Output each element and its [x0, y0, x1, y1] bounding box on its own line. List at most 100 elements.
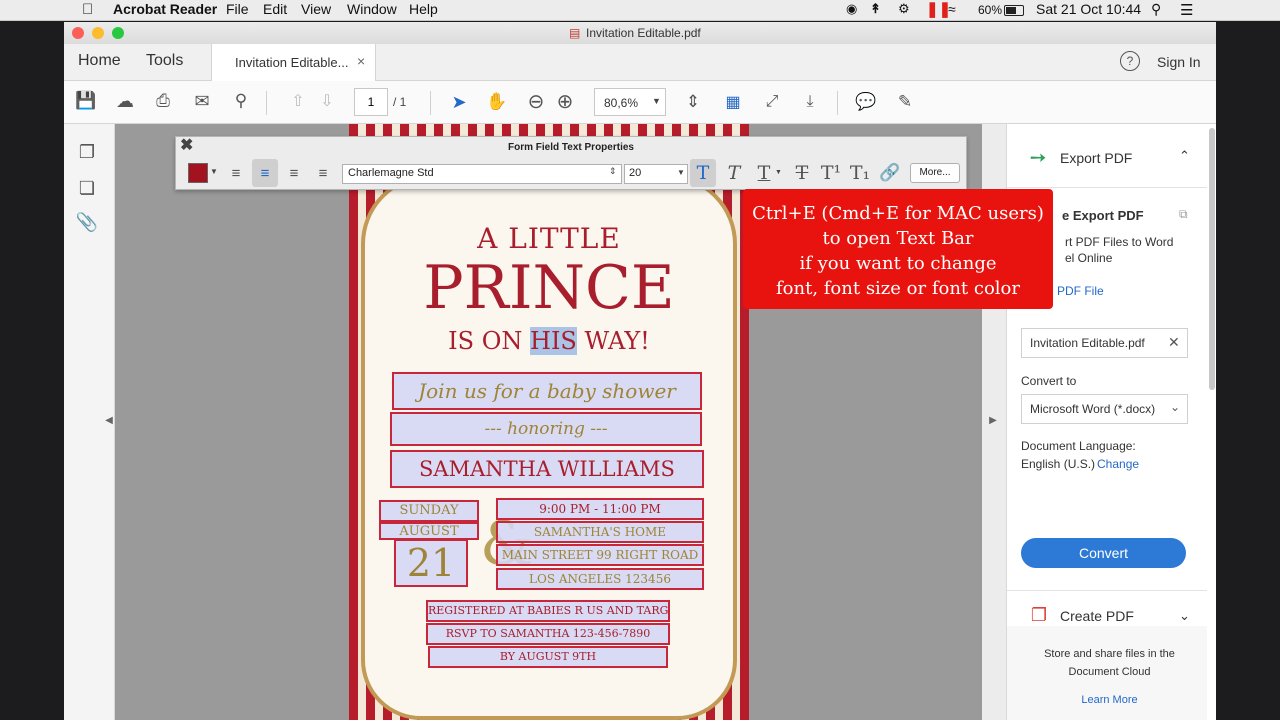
tab-bar: Home Tools Invitation Editable... × ? Si… [64, 44, 1216, 81]
bookmark-icon[interactable]: ❏ [76, 176, 98, 200]
selected-text[interactable]: HIS [530, 327, 577, 355]
align-right-icon[interactable]: ≡ [282, 161, 306, 185]
justify-icon[interactable]: ≡ [311, 161, 335, 185]
align-center-icon[interactable]: ≡ [252, 159, 278, 187]
scroll-mode-icon[interactable]: ⤓ [799, 91, 821, 113]
text-italic-icon[interactable]: T [722, 161, 746, 185]
menu-help[interactable]: Help [409, 1, 438, 17]
zoom-out-icon[interactable]: ⊖ [525, 90, 547, 113]
close-window-button[interactable] [72, 27, 84, 39]
link-icon[interactable]: 🔗 [878, 161, 902, 185]
headline-line3[interactable]: IS ON HIS WAY! [349, 327, 749, 355]
invitation-page: A LITTLE PRINCE IS ON HIS WAY! Join us f… [349, 124, 749, 720]
next-page-icon[interactable]: ⇩ [316, 91, 338, 111]
comment-icon[interactable]: 💬 [855, 91, 877, 113]
tab-document[interactable]: Invitation Editable... × [211, 44, 376, 81]
subscript-icon[interactable]: T₁ [848, 161, 872, 185]
menu-app-name[interactable]: Acrobat Reader [113, 1, 217, 17]
chevron-up-icon[interactable]: ⌃ [1179, 148, 1190, 164]
street-field[interactable]: MAIN STREET 99 RIGHT ROAD [496, 544, 704, 566]
page-thumbnails-icon[interactable]: ❐ [76, 140, 98, 164]
tab-home[interactable]: Home [78, 52, 121, 70]
copy-icon[interactable]: ⧉ [1179, 207, 1188, 222]
select-pdf-file-link[interactable]: PDF File [1057, 284, 1104, 298]
export-pdf-header[interactable]: Export PDF [1060, 150, 1132, 166]
rsvp-field[interactable]: RSVP TO SAMANTHA 123-456-7890 [426, 623, 670, 645]
apple-icon[interactable]:  [82, 1, 93, 18]
acrobat-window: ▤ Invitation Editable.pdf Home Tools Inv… [64, 22, 1216, 720]
record-icon[interactable]: ◉ [846, 1, 857, 17]
hand-tool-icon[interactable]: ✋ [486, 91, 508, 113]
tab-close-icon[interactable]: × [357, 53, 365, 69]
time-field[interactable]: 9:00 PM - 11:00 PM [496, 498, 704, 520]
minimize-window-button[interactable] [92, 27, 104, 39]
more-button[interactable]: More... [910, 163, 960, 183]
text-strikethrough-icon[interactable]: T [790, 161, 814, 185]
menu-file[interactable]: File [226, 1, 249, 17]
font-family-select[interactable]: Charlemagne Std ⇕ [342, 164, 622, 184]
create-pdf-header[interactable]: Create PDF [1060, 608, 1134, 624]
document-language-label: Document Language: [1021, 439, 1136, 453]
name-field[interactable]: SAMANTHA WILLIAMS [390, 450, 704, 488]
wifi-icon[interactable]: ≈ [948, 1, 956, 17]
honoring-field[interactable]: --- honoring --- [390, 412, 702, 446]
highlight-pen-icon[interactable]: ✎ [894, 91, 916, 113]
zoom-in-icon[interactable]: ⊕ [554, 90, 576, 113]
align-left-icon[interactable]: ≡ [224, 161, 248, 185]
page-fit-icon[interactable]: ⇕ [682, 91, 704, 113]
save-icon[interactable]: 💾 [75, 91, 96, 111]
battery-icon[interactable] [1004, 5, 1024, 16]
venue-field[interactable]: SAMANTHA'S HOME [496, 521, 704, 543]
day-field[interactable]: SUNDAY [379, 500, 479, 522]
collapse-right-icon[interactable]: ▶ [988, 412, 998, 428]
month-field[interactable]: AUGUST [379, 522, 479, 540]
date-field[interactable]: 21 [394, 539, 468, 587]
spotlight-icon[interactable]: ⚲ [1151, 1, 1161, 18]
collapse-left-icon[interactable]: ◀ [104, 412, 114, 428]
selected-file-box: Invitation Editable.pdf ✕ [1021, 328, 1188, 358]
tab-tools[interactable]: Tools [146, 52, 183, 70]
superscript-icon[interactable]: T¹ [819, 161, 843, 185]
print-icon[interactable]: ⎙ [152, 91, 174, 111]
upload-cloud-icon[interactable]: ☁ [114, 91, 136, 111]
menu-edit[interactable]: Edit [263, 1, 287, 17]
panel-scrollbar[interactable] [1209, 128, 1215, 390]
ampersand-ornament-icon: & [480, 500, 533, 588]
sign-in-link[interactable]: Sign In [1157, 54, 1201, 70]
menu-view[interactable]: View [301, 1, 331, 17]
select-arrow-icon[interactable]: ➤ [448, 91, 470, 113]
callout-line4: font, font size or font color [776, 278, 1020, 299]
deadline-field[interactable]: BY AUGUST 9TH [428, 646, 668, 668]
page-number-input[interactable]: 1 [354, 88, 388, 116]
help-icon[interactable]: ? [1120, 51, 1140, 71]
zoom-select[interactable]: 80,6% ▼ [594, 88, 666, 116]
join-us-field[interactable]: Join us for a baby shower [392, 372, 702, 410]
adobe-icon[interactable]: ↟ [870, 1, 881, 17]
font-size-select[interactable]: 20 ▼ [624, 164, 688, 184]
prev-page-icon[interactable]: ⇧ [287, 91, 309, 111]
callout-line1: Ctrl+E (Cmd+E for MAC users) [752, 203, 1044, 224]
text-underline-icon[interactable]: T [752, 161, 776, 185]
search-icon[interactable]: ⚲ [230, 91, 252, 111]
convert-button[interactable]: Convert [1021, 538, 1186, 568]
fit-width-icon[interactable]: ▦ [722, 91, 744, 113]
chevron-down-icon[interactable]: ⌄ [1179, 608, 1190, 624]
mail-icon[interactable]: ✉ [191, 91, 213, 111]
full-screen-icon[interactable]: ⤢ [761, 91, 783, 113]
remove-file-icon[interactable]: ✕ [1168, 334, 1180, 351]
zoom-window-button[interactable] [112, 27, 124, 39]
city-field[interactable]: LOS ANGELES 123456 [496, 568, 704, 590]
clock[interactable]: Sat 21 Oct 10:44 [1036, 1, 1141, 17]
attachment-icon[interactable]: 📎 [76, 210, 98, 234]
notification-center-icon[interactable]: ☰ [1180, 1, 1193, 19]
extension-icon[interactable]: ⚙ [898, 1, 910, 17]
change-language-link[interactable]: Change [1097, 457, 1139, 471]
font-color-picker[interactable]: ▼ [188, 161, 220, 185]
menu-window[interactable]: Window [347, 1, 397, 17]
registry-field[interactable]: REGISTERED AT BABIES R US AND TARGET [426, 600, 670, 622]
font-family-value: Charlemagne Std [348, 167, 434, 179]
learn-more-link[interactable]: Learn More [1007, 694, 1212, 706]
chevron-down-icon: ▼ [652, 96, 661, 106]
text-style-normal-icon[interactable]: T [690, 159, 716, 187]
format-select[interactable]: Microsoft Word (*.docx) ⌄ [1021, 394, 1188, 424]
